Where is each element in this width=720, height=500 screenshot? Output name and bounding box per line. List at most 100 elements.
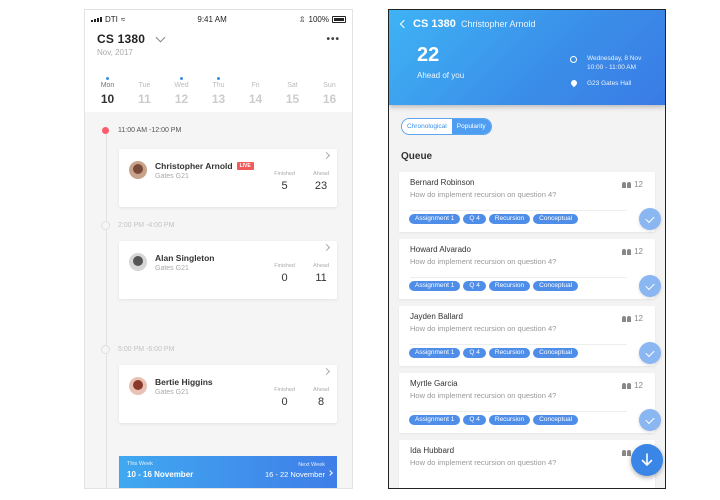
queue-screen: CS 1380 Christopher Arnold 22 Ahead of y…: [388, 9, 666, 489]
student-name: Jayden Ballard: [410, 312, 463, 321]
carrier-label: DTI: [105, 14, 118, 24]
question-text: How do implement recursion on question 4…: [410, 458, 557, 467]
student-name: Bernard Robinson: [410, 178, 475, 187]
day-name: Sat: [287, 82, 298, 89]
resolve-check-button[interactable]: [639, 208, 661, 230]
tag[interactable]: Recursion: [488, 214, 531, 224]
battery-percent: 100%: [308, 14, 329, 24]
stat-label: Finished: [274, 387, 295, 393]
sort-toggle: Chronological Popularity: [401, 118, 492, 135]
day-name: Thu: [212, 82, 225, 89]
stat-value: 8: [317, 396, 325, 408]
office-hour-card[interactable]: Alan Singleton Gates G21 Finished 0 Ahead…: [119, 241, 337, 299]
sort-popularity[interactable]: Popularity: [451, 119, 491, 134]
more-options-button[interactable]: •••: [326, 34, 340, 45]
course-title: CS 1380: [413, 18, 456, 30]
day-number: 15: [285, 92, 300, 106]
resolve-check-button[interactable]: [639, 342, 661, 364]
week-navigator[interactable]: This Week 10 - 16 November Next Week 16 …: [119, 456, 337, 488]
stat-label: Ahead: [313, 171, 329, 177]
queue-item[interactable]: Myrtle Garcia How do implement recursion…: [399, 373, 661, 433]
stat-value: 11: [315, 272, 327, 284]
slot-time-label: 2:00 PM -4:00 PM: [118, 222, 175, 229]
tag[interactable]: Recursion: [488, 415, 531, 425]
stat-label: Ahead: [313, 387, 329, 393]
signal-icon: [91, 16, 102, 22]
status-bar: DTI ≈ 9:41 AM ⇫ 100%: [85, 10, 352, 28]
tag-list: Assignment 1 Q 4 Recursion Conceptual: [409, 281, 579, 291]
timeline-line: [106, 132, 107, 488]
finished-stat: Finished 0: [274, 387, 295, 408]
resolve-check-button[interactable]: [639, 275, 661, 297]
tag-list: Assignment 1 Q 4 Recursion Conceptual: [409, 415, 579, 425]
people-icon: [622, 315, 632, 322]
stat-label: Finished: [274, 263, 295, 269]
divider: [410, 411, 627, 412]
day-name: Fri: [251, 82, 260, 89]
student-name: Howard Alvarado: [410, 245, 471, 254]
day-name: Sun: [323, 82, 336, 89]
day-number: 14: [248, 92, 263, 106]
student-name: Ida Hubbard: [410, 446, 455, 455]
queue-item[interactable]: Jayden Ballard How do implement recursio…: [399, 306, 661, 366]
queue-item[interactable]: Bernard Robinson How do implement recurs…: [399, 172, 661, 232]
live-dot-icon: [102, 127, 109, 134]
tag[interactable]: Conceptual: [533, 348, 579, 358]
slot-time: 2:00 PM -4:00 PM: [101, 221, 174, 230]
tag[interactable]: Assignment 1: [409, 348, 461, 358]
ahead-stat: Ahead 23: [313, 171, 329, 192]
this-week-range: 10 - 16 November: [127, 470, 194, 479]
day-number: 10: [100, 92, 115, 106]
queue-item[interactable]: Howard Alvarado How do implement recursi…: [399, 239, 661, 299]
location-pin-icon: [569, 78, 579, 88]
next-week-label: Next Week: [298, 462, 325, 468]
stat-value: 5: [281, 180, 288, 192]
ta-name: Alan Singleton: [155, 253, 215, 263]
sort-chronological[interactable]: Chronological: [402, 119, 452, 134]
upvote-count: 12: [634, 180, 643, 189]
clock-icon: [570, 56, 577, 63]
ta-name: Bertie Higgins: [155, 377, 213, 387]
course-selector[interactable]: CS 1380: [97, 32, 340, 46]
stat-value: 0: [281, 272, 288, 284]
back-arrow-icon[interactable]: [399, 19, 409, 29]
course-title: CS 1380: [97, 32, 146, 46]
tag[interactable]: Recursion: [488, 281, 531, 291]
tag[interactable]: Assignment 1: [409, 281, 461, 291]
ahead-stat: Ahead 11: [313, 263, 329, 284]
tag[interactable]: Q 4: [463, 415, 486, 425]
tag[interactable]: Assignment 1: [409, 415, 461, 425]
tag[interactable]: Conceptual: [533, 415, 579, 425]
tag[interactable]: Q 4: [463, 214, 486, 224]
office-hour-card[interactable]: Christopher Arnold LIVE Gates G21 Finishe…: [119, 149, 337, 207]
stat-value: 0: [281, 396, 288, 408]
office-hour-card[interactable]: Bertie Higgins Gates G21 Finished 0 Ahead…: [119, 365, 337, 423]
tag[interactable]: Recursion: [488, 348, 531, 358]
tag[interactable]: Conceptual: [533, 281, 579, 291]
finished-stat: Finished 0: [274, 263, 295, 284]
scroll-down-button[interactable]: [631, 444, 663, 476]
question-text: How do implement recursion on question 4…: [410, 190, 557, 199]
ta-name: Christopher Arnold: [155, 161, 233, 171]
tag[interactable]: Q 4: [463, 348, 486, 358]
day-name: Mon: [100, 82, 115, 89]
ahead-count: 22: [417, 44, 440, 66]
slot-time: 11:00 AM -12:00 PM: [101, 127, 181, 134]
resolve-check-button[interactable]: [639, 409, 661, 431]
timeline-dot-icon: [101, 345, 110, 354]
tag[interactable]: Assignment 1: [409, 214, 461, 224]
queue-header: CS 1380 Christopher Arnold 22 Ahead of y…: [389, 10, 665, 105]
finished-stat: Finished 5: [274, 171, 295, 192]
ta-name: Christopher Arnold: [461, 19, 536, 29]
queue-title: Queue: [401, 151, 433, 162]
question-text: How do implement recursion on question 4…: [410, 257, 557, 266]
month-label: Nov, 2017: [97, 48, 133, 57]
people-icon: [622, 248, 632, 255]
people-icon: [622, 382, 632, 389]
avatar: [129, 253, 147, 271]
upvote-count: 12: [634, 381, 643, 390]
next-week-range[interactable]: 16 - 22 November: [265, 470, 325, 479]
tag[interactable]: Q 4: [463, 281, 486, 291]
queue-item[interactable]: Ida Hubbard How do implement recursion o…: [399, 440, 655, 488]
tag[interactable]: Conceptual: [533, 214, 579, 224]
